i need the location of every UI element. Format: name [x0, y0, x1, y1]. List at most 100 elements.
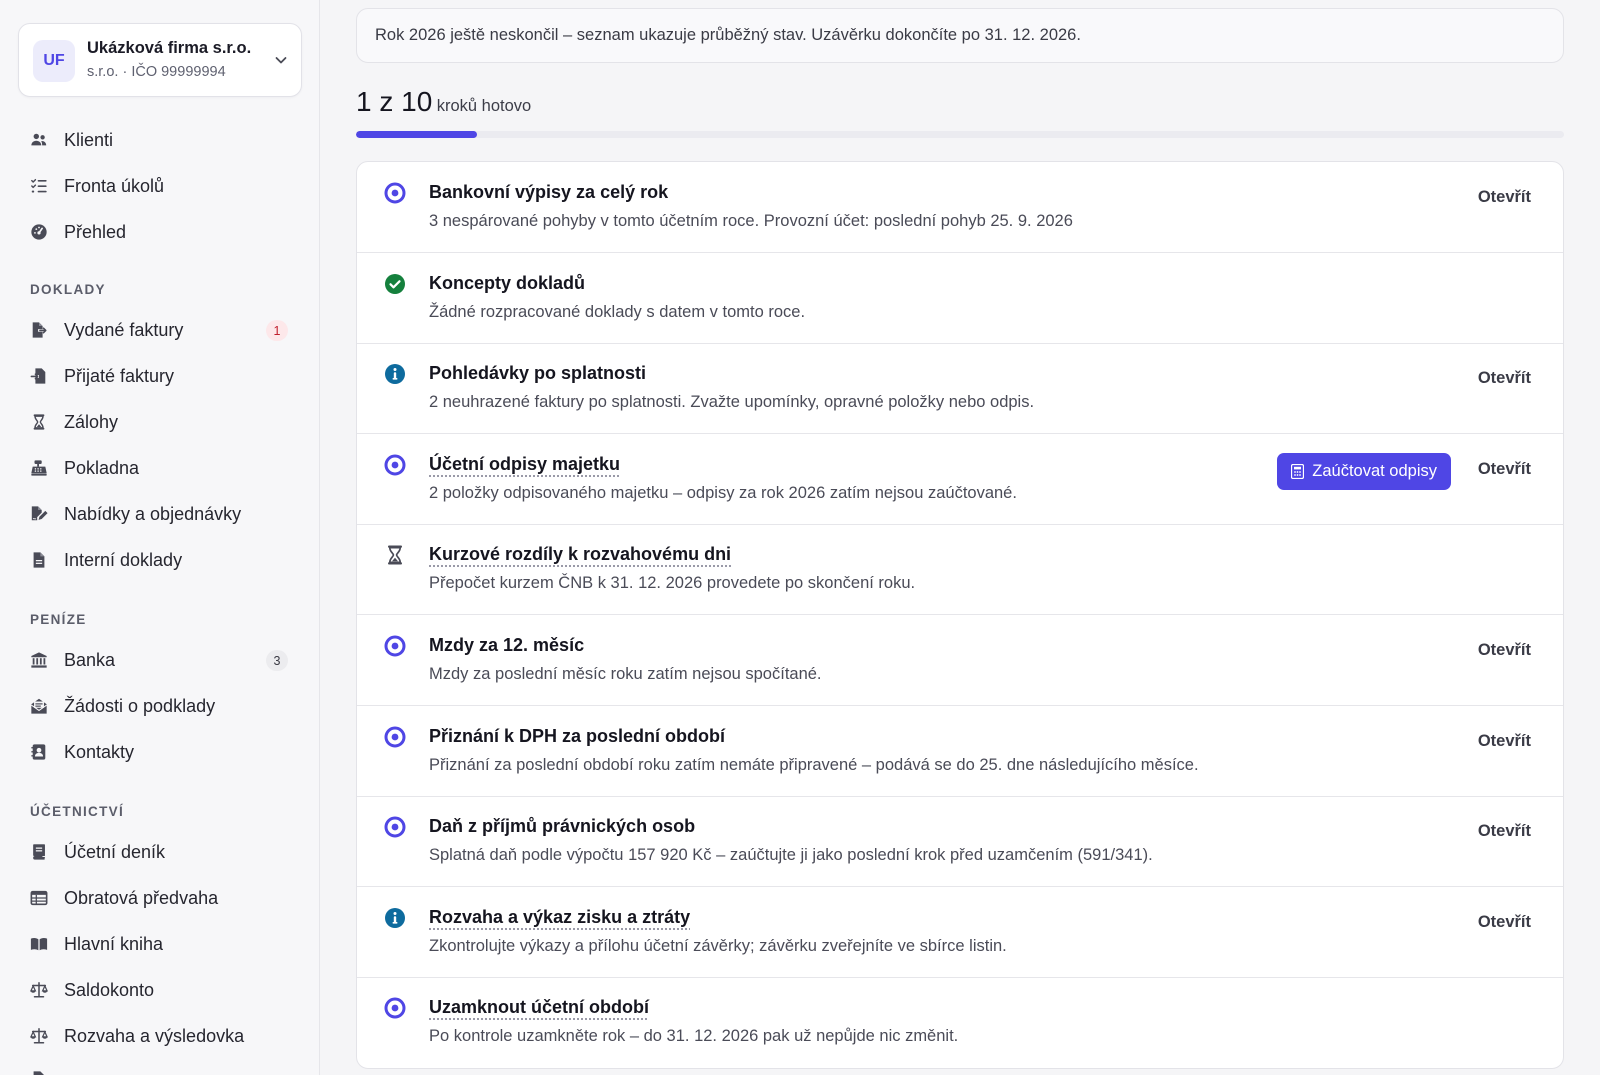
sidebar-item-label: Hlavní kniha [64, 934, 164, 954]
org-subtitle: s.r.o. · IČO 99999994 [87, 64, 226, 80]
progress-count: 1 z 10 [356, 86, 433, 117]
sidebar-item-label: Fronta úkolů [64, 176, 165, 196]
info-circle-icon [385, 908, 405, 928]
step-description: Splatná daň podle výpočtu 157 920 Kč – z… [429, 846, 1153, 864]
sidebar-item-label: Saldokonto [64, 980, 155, 1000]
sidebar-item-ucetni-denik[interactable]: Účetní deník [18, 832, 302, 872]
file-export-icon [32, 322, 47, 338]
pending-circle-icon [384, 182, 406, 204]
step-title[interactable]: Uzamknout účetní období [429, 997, 649, 1018]
open-step-link[interactable]: Otevřít [1478, 822, 1531, 841]
closing-step-row: Bankovní výpisy za celý rok 3 nespárované… [357, 162, 1563, 253]
pending-circle-icon [384, 816, 406, 838]
cash-register-icon [31, 460, 47, 476]
sidebar-item-label: Vydané faktury [64, 320, 184, 340]
open-step-link[interactable]: Otevřít [1478, 460, 1531, 479]
open-step-link[interactable]: Otevřít [1478, 732, 1531, 751]
sidebar-item-prijate-faktury[interactable]: Přijaté faktury [18, 356, 302, 396]
chevron-down-icon [275, 57, 287, 64]
bank-icon [31, 652, 47, 668]
sidebar-item-saldokonto[interactable]: Saldokonto [18, 970, 302, 1010]
org-switcher[interactable]: UF Ukázková firma s.r.o. s.r.o. · IČO 99… [18, 23, 302, 97]
sidebar-item-label: Klienti [64, 130, 114, 150]
org-avatar: UF [33, 40, 75, 82]
info-circle-icon [385, 364, 405, 384]
step-title: Pohledávky po splatnosti [429, 363, 647, 383]
pending-circle-icon [384, 726, 406, 748]
open-step-link[interactable]: Otevřít [1478, 913, 1531, 932]
address-book-icon [31, 744, 46, 760]
section-label-ucetnictvi: ÚČETNICTVÍ [30, 804, 124, 819]
pending-circle-icon [384, 454, 406, 476]
users-icon [31, 133, 47, 146]
step-description: Přiznání za poslední období roku zatím n… [429, 756, 1199, 774]
step-title[interactable]: Kurzové rozdíly k rozvahovému dni [429, 544, 731, 565]
file-signature-icon [31, 506, 48, 521]
step-description: Přepočet kurzem ČNB k 31. 12. 2026 prove… [429, 574, 916, 592]
count-badge: 1 [266, 320, 288, 341]
step-description: Žádné rozpracované doklady s datem v tom… [429, 303, 806, 321]
open-step-link[interactable]: Otevřít [1478, 188, 1531, 207]
hourglass-icon [33, 414, 45, 430]
sidebar-item-prehled[interactable]: Přehled [18, 212, 302, 252]
sidebar-item-obratova-predvaha[interactable]: Obratová předvaha [18, 878, 302, 918]
sidebar-item-interni-doklady[interactable]: Interní doklady [18, 540, 302, 580]
open-step-link[interactable]: Otevřít [1478, 369, 1531, 388]
sidebar-item-label: Nabídky a objednávky [64, 504, 242, 524]
progress-bar-fill [356, 131, 477, 138]
closing-steps-list: Bankovní výpisy za celý rok 3 nespárované… [356, 161, 1564, 1069]
sidebar-item-kontakty[interactable]: Kontakty [18, 732, 302, 772]
scale-balanced-icon [30, 1028, 48, 1044]
sidebar-item-nabidky-objednavky[interactable]: Nabídky a objednávky [18, 494, 302, 534]
sidebar-item-label: Obratová předvaha [64, 888, 219, 908]
count-badge: 3 [266, 650, 288, 671]
org-name: Ukázková firma s.r.o. [87, 39, 252, 57]
pending-circle-icon [384, 635, 406, 657]
sidebar-item-label: Rozvaha a výsledovka [64, 1026, 245, 1046]
section-label-doklady: DOKLADY [30, 282, 106, 297]
file-import-icon [30, 368, 46, 384]
sidebar-item-label: Účetní deník [64, 842, 166, 862]
sidebar-item-hlavni-kniha[interactable]: Hlavní kniha [18, 924, 302, 964]
post-depreciation-button[interactable]: Zaúčtovat odpisy [1277, 453, 1451, 490]
info-notice: Rok 2026 ještě neskončil – seznam ukazuj… [356, 8, 1564, 63]
step-description: Po kontrole uzamkněte rok – do 31. 12. 2… [429, 1027, 959, 1045]
task-list-icon [31, 178, 47, 193]
closing-step-row: Daň z příjmů právnických osob Splatná daň… [357, 796, 1563, 887]
check-circle-icon [385, 274, 405, 294]
step-title[interactable]: Rozvaha a výkaz zisku a ztráty [429, 907, 690, 928]
step-title: Daň z příjmů právnických osob [429, 816, 696, 836]
step-description: Mzdy za poslední měsíc roku zatím nejsou… [429, 665, 822, 683]
step-title: Bankovní výpisy za celý rok [429, 182, 669, 202]
sidebar-item-banka[interactable]: Banka 3 [18, 640, 302, 680]
closing-step-row: Rozvaha a výkaz zisku a ztráty Zkontroluj… [357, 887, 1563, 978]
step-description: 3 nespárované pohyby v tomto účetním roc… [429, 212, 1073, 230]
open-step-link[interactable]: Otevřít [1478, 641, 1531, 660]
closing-step-row: Kurzové rozdíly k rozvahovému dni Přepoče… [357, 524, 1563, 615]
pending-circle-icon [384, 997, 406, 1019]
sidebar-item-pokladna[interactable]: Pokladna [18, 448, 302, 488]
sidebar-item-label: Pokladna [64, 458, 140, 478]
sidebar-item-zalohy[interactable]: Zálohy [18, 402, 302, 442]
sidebar-item-vydane-faktury[interactable]: Vydané faktury 1 [18, 310, 302, 350]
sidebar-item-fronta-ukolu[interactable]: Fronta úkolů [18, 166, 302, 206]
envelope-open-icon [31, 698, 47, 714]
sidebar-item-rozvaha-vysledovka[interactable]: Rozvaha a výsledovka [18, 1016, 302, 1056]
sidebar-item-label: Interní doklady [64, 550, 183, 570]
step-description: 2 položky odpisovaného majetku – odpisy … [429, 484, 1017, 502]
progress-label: kroků hotovo [436, 97, 532, 115]
button-label: Zaúčtovat odpisy [1312, 462, 1437, 480]
sidebar-item-label: Banka [64, 650, 116, 670]
step-title: Přiznání k DPH za poslední období [429, 726, 726, 746]
book-icon [33, 844, 45, 860]
step-title[interactable]: Účetní odpisy majetku [429, 454, 620, 475]
progress-summary: 1 z 10 kroků hotovo [356, 86, 531, 118]
calculator-icon [1291, 464, 1305, 479]
gauge-icon [31, 224, 47, 240]
sidebar-item-zadosti-o-podklady[interactable]: Žádosti o podklady [18, 686, 302, 726]
closing-step-row: Přiznání k DPH za poslední období Přiznán… [357, 706, 1563, 797]
sidebar-item-label: Žádosti o podklady [64, 696, 216, 716]
progress-bar [356, 131, 1564, 138]
sidebar-item-klienti[interactable]: Klienti [18, 120, 302, 160]
closing-step-row: Účetní odpisy majetku 2 položky odpisovan… [357, 434, 1563, 525]
